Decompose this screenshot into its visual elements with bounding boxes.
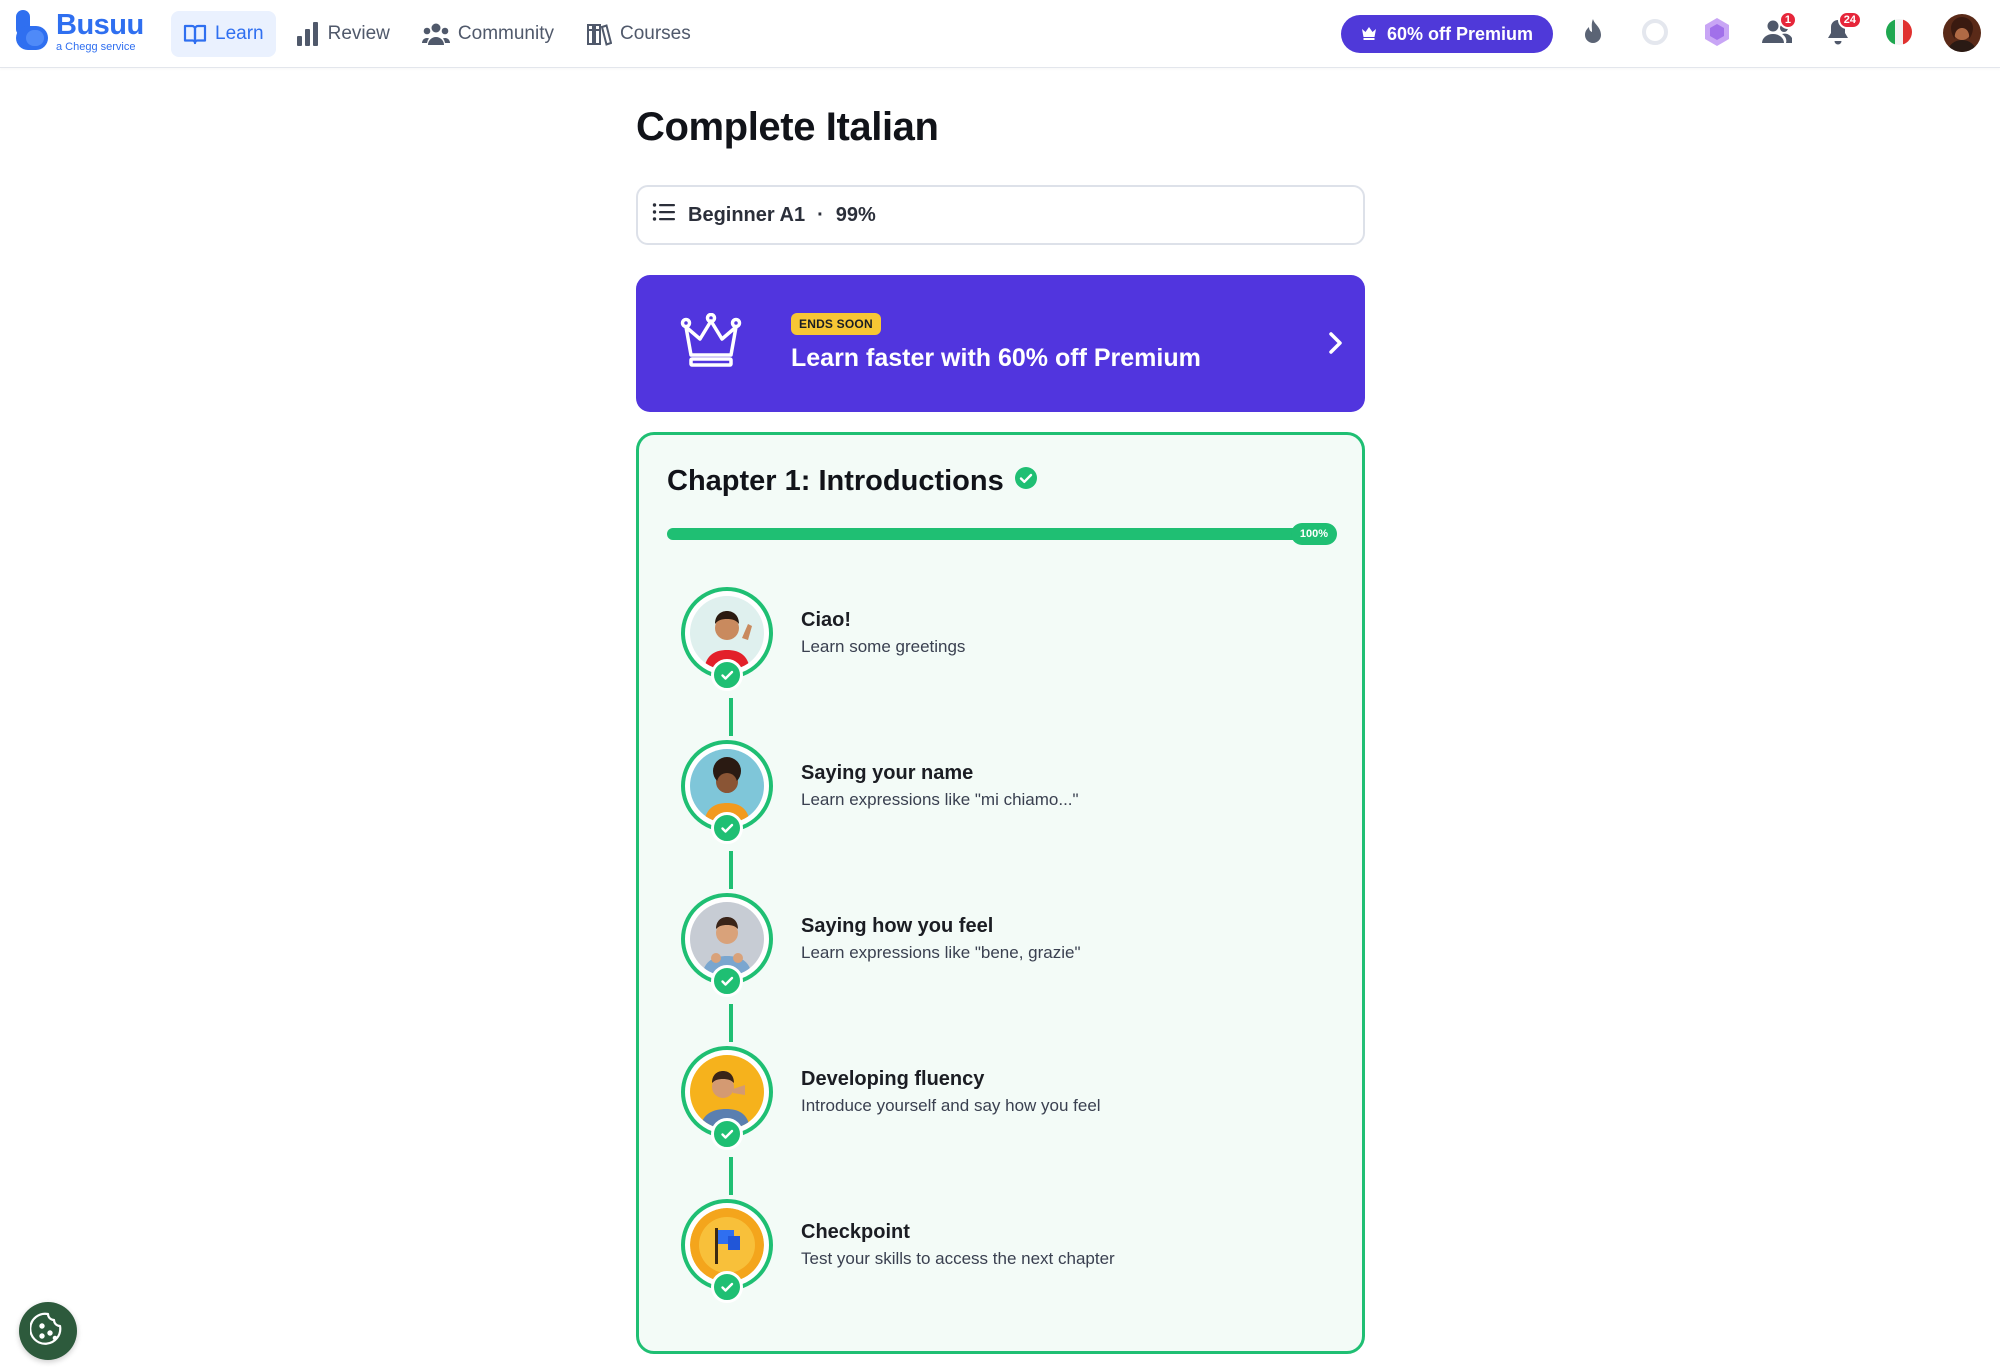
nav-community[interactable]: Community	[410, 11, 566, 57]
chapter-progress-label: 100%	[1290, 523, 1337, 545]
brand-tagline: a Chegg service	[56, 41, 136, 53]
completed-check-icon	[711, 659, 743, 691]
top-navigation-bar: Busuu a Chegg service Learn Review Commu…	[0, 0, 2000, 68]
bar-chart-icon	[296, 21, 320, 47]
notifications-button[interactable]: 24	[1818, 11, 1862, 54]
friends-badge: 1	[1778, 11, 1797, 29]
progress-ring-icon	[1640, 17, 1670, 52]
busuu-logo-mark-icon	[16, 10, 48, 50]
lesson-title: Saying your name	[801, 762, 974, 784]
chapter-title: Chapter 1: Introductions	[667, 465, 1038, 498]
chapter-progress-fill	[667, 528, 1335, 540]
premium-offer-button[interactable]: 60% off Premium	[1341, 15, 1553, 53]
premium-offer-label: 60% off Premium	[1386, 23, 1534, 44]
lesson-connector	[729, 698, 733, 736]
nav-learn-label: Learn	[215, 23, 264, 44]
lesson-connector	[729, 851, 733, 889]
notifications-badge: 24	[1837, 11, 1862, 29]
main-nav: Learn Review Community Courses	[171, 11, 703, 57]
nav-courses-label: Courses	[620, 23, 691, 44]
completed-check-icon	[711, 812, 743, 844]
lesson-item[interactable]: Saying how you feel Learn expressions li…	[681, 893, 1321, 1013]
completed-check-icon	[711, 965, 743, 997]
lesson-item[interactable]: Ciao! Learn some greetings	[681, 587, 1321, 707]
lesson-subtitle: Test your skills to access the next chap…	[801, 1249, 1115, 1268]
crown-icon	[1361, 24, 1377, 45]
nav-courses[interactable]: Courses	[574, 11, 703, 57]
nav-community-label: Community	[457, 23, 554, 44]
list-icon	[652, 202, 676, 228]
lesson-title: Saying how you feel	[801, 915, 994, 937]
language-switcher[interactable]	[1879, 14, 1919, 54]
chapter-card: Chapter 1: Introductions 100% Ciao! Lear…	[636, 432, 1365, 1354]
brand-name: Busuu	[56, 9, 144, 41]
separator-dot: ·	[817, 203, 824, 226]
chapter-progress-bar: 100%	[667, 523, 1337, 545]
lesson-item[interactable]: Saying your name Learn expressions like …	[681, 740, 1321, 860]
league-button[interactable]	[1697, 14, 1737, 54]
user-avatar[interactable]	[1943, 14, 1981, 52]
page-title: Complete Italian	[636, 105, 939, 149]
book-icon	[183, 22, 207, 46]
busuu-logo[interactable]: Busuu a Chegg service	[16, 10, 144, 58]
library-icon	[586, 22, 612, 46]
crown-icon	[680, 312, 742, 374]
daily-goal-button[interactable]	[1635, 14, 1675, 54]
flame-icon	[1581, 18, 1605, 51]
cookie-icon	[29, 1311, 66, 1352]
lesson-item-checkpoint[interactable]: Checkpoint Test your skills to access th…	[681, 1199, 1321, 1319]
level-label: Beginner A1	[688, 203, 806, 226]
lesson-subtitle: Learn expressions like "bene, grazie"	[801, 943, 1081, 962]
nav-learn[interactable]: Learn	[171, 11, 276, 57]
level-progress: 99%	[835, 203, 876, 226]
completed-check-icon	[711, 1118, 743, 1150]
check-circle-icon	[1014, 465, 1038, 498]
lesson-title: Developing fluency	[801, 1068, 985, 1090]
lesson-item[interactable]: Developing fluency Introduce yourself an…	[681, 1046, 1321, 1166]
cookie-settings-button[interactable]	[19, 1302, 77, 1360]
lesson-subtitle: Learn some greetings	[801, 637, 966, 656]
people-icon	[421, 22, 450, 46]
ends-soon-tag: ENDS SOON	[791, 313, 881, 335]
lesson-subtitle: Introduce yourself and say how you feel	[801, 1096, 1101, 1115]
streak-flame-button[interactable]	[1573, 14, 1613, 54]
completed-check-icon	[711, 1271, 743, 1303]
lesson-title: Ciao!	[801, 609, 851, 631]
nav-review[interactable]: Review	[284, 11, 402, 57]
lesson-title: Checkpoint	[801, 1221, 910, 1243]
nav-review-label: Review	[327, 23, 390, 44]
chapter-title-text: Chapter 1: Introductions	[667, 465, 1004, 497]
italy-flag-icon	[1885, 18, 1913, 51]
friends-button[interactable]: 1	[1757, 11, 1797, 54]
lesson-connector	[729, 1004, 733, 1042]
premium-promo-banner[interactable]: ENDS SOON Learn faster with 60% off Prem…	[636, 275, 1365, 412]
promo-text: Learn faster with 60% off Premium	[791, 344, 1201, 372]
lesson-subtitle: Learn expressions like "mi chiamo..."	[801, 790, 1079, 809]
chevron-right-icon	[1325, 328, 1345, 363]
lesson-connector	[729, 1157, 733, 1195]
level-selector[interactable]: Beginner A1 · 99%	[636, 185, 1365, 245]
league-gem-icon	[1703, 17, 1731, 52]
